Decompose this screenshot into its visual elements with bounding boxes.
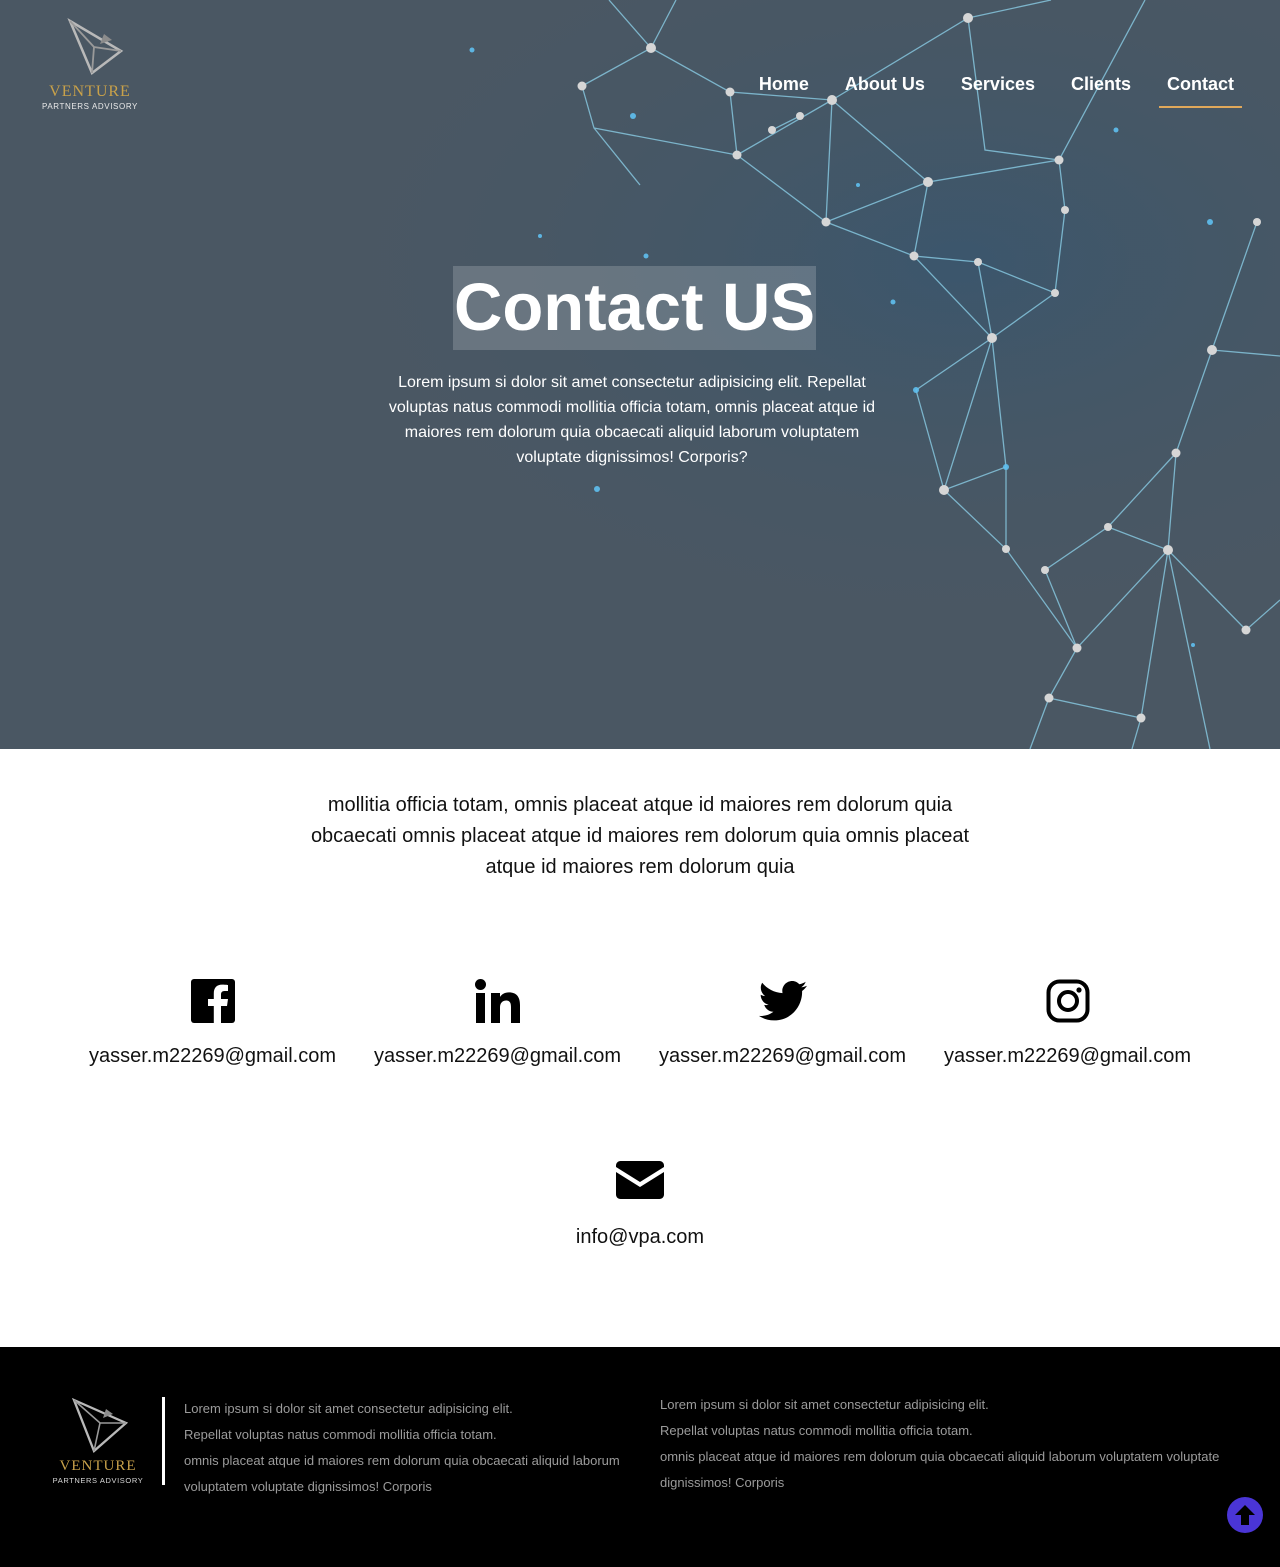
facebook-icon[interactable]: [190, 979, 235, 1023]
intro-text: mollitia officia totam, omnis placeat at…: [310, 794, 970, 878]
footer-text-line: Lorem ipsum si dolor sit amet consectetu…: [660, 1397, 989, 1412]
email-contact[interactable]: info@vpa.com: [540, 1158, 740, 1249]
footer-text-line: Lorem ipsum si dolor sit amet consectetu…: [184, 1401, 513, 1416]
footer-text-line: voluptatem voluptate dignissimos! Corpor…: [184, 1479, 432, 1494]
contact-email[interactable]: info@vpa.com: [540, 1226, 740, 1249]
footer-text-line: Repellat voluptas natus commodi mollitia…: [184, 1427, 497, 1442]
footer: VENTURE PARTNERS ADVISORY Lorem ipsum si…: [0, 1347, 1280, 1567]
twitter-email[interactable]: yasser.m22269@gmail.com: [640, 1045, 925, 1068]
envelope-icon[interactable]: [616, 1161, 664, 1199]
twitter-icon[interactable]: [758, 981, 807, 1021]
footer-text-line: omnis placeat atque id maiores rem dolor…: [184, 1453, 620, 1468]
triangle-logo-icon: [67, 18, 124, 75]
footer-text-line: omnis placeat atque id maiores rem dolor…: [660, 1449, 1220, 1490]
main-nav: Home About Us Services Clients Contact: [741, 73, 1242, 108]
footer-brand-tagline: PARTNERS ADVISORY: [52, 1476, 144, 1485]
footer-text-line: Repellat voluptas natus commodi mollitia…: [660, 1423, 973, 1438]
arrow-up-icon: [1235, 1505, 1255, 1525]
instagram-email[interactable]: yasser.m22269@gmail.com: [925, 1045, 1210, 1068]
footer-logo[interactable]: VENTURE PARTNERS ADVISORY: [52, 1397, 144, 1485]
social-instagram[interactable]: yasser.m22269@gmail.com: [925, 975, 1210, 1068]
instagram-icon[interactable]: [1046, 979, 1090, 1023]
social-twitter[interactable]: yasser.m22269@gmail.com: [640, 975, 925, 1068]
logo[interactable]: VENTURE PARTNERS ADVISORY: [40, 18, 140, 111]
hero-description: Lorem ipsum si dolor sit amet consectetu…: [388, 374, 876, 466]
brand-name: VENTURE: [49, 83, 131, 100]
footer-column-2: Lorem ipsum si dolor sit amet consectetu…: [660, 1392, 1240, 1496]
social-contacts: yasser.m22269@gmail.com yasser.m22269@gm…: [70, 975, 1210, 1068]
footer-column-1: Lorem ipsum si dolor sit amet consectetu…: [184, 1396, 644, 1500]
footer-divider: [162, 1397, 165, 1485]
hero-section: VENTURE PARTNERS ADVISORY Home About Us …: [0, 0, 1280, 749]
linkedin-email[interactable]: yasser.m22269@gmail.com: [355, 1045, 640, 1068]
brand-tagline: PARTNERS ADVISORY: [41, 102, 138, 111]
facebook-email[interactable]: yasser.m22269@gmail.com: [70, 1045, 355, 1068]
nav-about-us[interactable]: About Us: [827, 73, 943, 108]
social-linkedin[interactable]: yasser.m22269@gmail.com: [355, 975, 640, 1068]
nav-services[interactable]: Services: [943, 73, 1053, 108]
footer-brand-name: VENTURE: [59, 1458, 137, 1474]
linkedin-icon[interactable]: [474, 979, 521, 1023]
nav-clients[interactable]: Clients: [1053, 73, 1149, 108]
scroll-to-top-button[interactable]: [1227, 1497, 1263, 1533]
social-facebook[interactable]: yasser.m22269@gmail.com: [70, 975, 355, 1068]
nav-contact[interactable]: Contact: [1159, 73, 1242, 108]
triangle-logo-icon: [71, 1397, 129, 1453]
nav-home[interactable]: Home: [741, 73, 827, 108]
page-title: Contact US: [453, 266, 817, 350]
